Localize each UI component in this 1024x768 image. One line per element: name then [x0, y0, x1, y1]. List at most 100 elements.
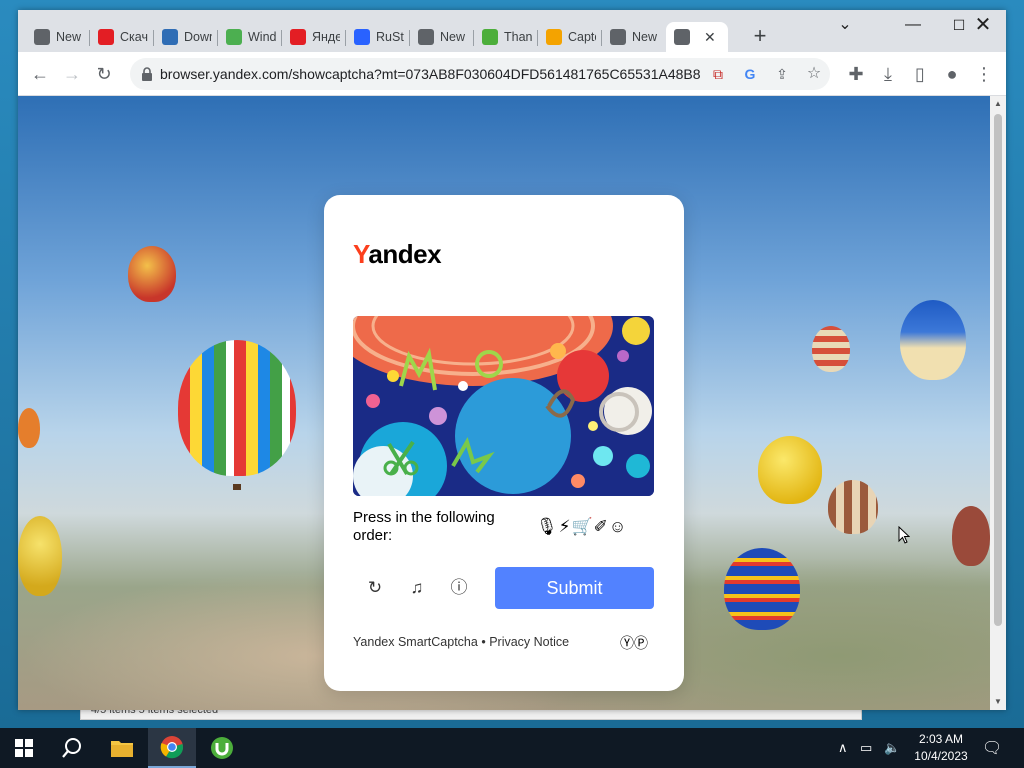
captcha-card: Yandex Press in the following order: 🎙⚡🛒… — [324, 195, 684, 691]
refresh-captcha-icon[interactable]: ↻ — [362, 575, 388, 601]
start-button[interactable] — [0, 728, 48, 768]
scroll-down-arrow-icon[interactable]: ▼ — [990, 694, 1006, 710]
browser-tab[interactable]: Яндекс — [282, 22, 344, 52]
chrome-icon — [418, 29, 434, 45]
new-tab-button[interactable]: + — [746, 23, 774, 51]
smartcaptcha-link[interactable]: Yandex SmartCaptcha — [353, 635, 478, 649]
bookmark-star-icon[interactable]: ☆ — [800, 60, 828, 88]
mouse-cursor-icon — [898, 526, 910, 544]
tab-title: Windows — [248, 30, 276, 44]
balloon-image — [178, 340, 296, 476]
notification-center-icon[interactable]: 🗨 — [982, 728, 1002, 768]
extensions-icon[interactable]: ✚ — [842, 60, 870, 88]
volume-muted-icon[interactable]: 🔈 — [884, 728, 900, 768]
privacy-notice-link[interactable]: Privacy Notice — [489, 635, 569, 649]
share-icon[interactable]: ⇪ — [768, 60, 796, 88]
chrome-taskbar-button[interactable] — [148, 728, 196, 768]
yandex-icon — [290, 29, 306, 45]
captcha-footer: Yandex SmartCaptcha • Privacy Notice — [353, 635, 569, 649]
tab-title: Thank — [504, 30, 532, 44]
blocked-popup-icon[interactable]: ⧉ — [704, 60, 732, 88]
downloads-icon[interactable]: ⤓ — [874, 60, 902, 88]
browser-tab[interactable]: New — [26, 22, 88, 52]
menu-kebab-icon[interactable]: ⋮ — [970, 60, 998, 88]
page-scrollbar[interactable]: ▲ ▼ — [990, 96, 1006, 710]
close-tab-icon[interactable]: ✕ — [704, 29, 716, 46]
browser-tab[interactable]: RuStore — [346, 22, 408, 52]
tab-title: Яндекс — [312, 30, 340, 44]
globe-icon — [674, 29, 690, 45]
minimize-button[interactable]: — — [890, 10, 936, 42]
windows-site-icon — [226, 29, 242, 45]
chrome-icon — [34, 29, 50, 45]
audio-captcha-headphones-icon[interactable]: ♫ — [404, 575, 430, 601]
tab-title: Скачать — [120, 30, 148, 44]
browser-tab[interactable]: Download — [154, 22, 216, 52]
info-icon[interactable]: ⓘ — [446, 575, 472, 601]
footer-separator: • — [481, 635, 486, 649]
windows-logo-icon — [15, 739, 33, 757]
balloon-image — [18, 408, 40, 448]
browser-toolbar: ← → ↻ browser.yandex.com/showcaptcha?mt=… — [18, 52, 1006, 96]
search-button[interactable] — [48, 728, 96, 768]
utorrent-icon — [482, 29, 498, 45]
taskbar-clock[interactable]: 2:03 AM 10/4/2023 — [906, 731, 976, 765]
balloon-image — [758, 436, 822, 504]
browser-tab[interactable]: New — [410, 22, 472, 52]
browser-tab[interactable]: Captcha — [538, 22, 600, 52]
chrome-icon — [160, 736, 184, 759]
windows-taskbar: ∧ ▭ 🔈 2:03 AM 10/4/2023 🗨 — [0, 728, 1024, 768]
clock-date: 10/4/2023 — [914, 749, 968, 763]
url-text[interactable]: browser.yandex.com/showcaptcha?mt=073AB8… — [160, 66, 700, 82]
search-icon — [62, 738, 81, 758]
balloon-image — [900, 300, 966, 380]
utorrent-icon — [211, 737, 233, 759]
yandex-logo: Yandex — [353, 239, 442, 269]
network-icon[interactable]: ▭ — [860, 728, 872, 768]
utorrent-taskbar-button[interactable] — [198, 728, 246, 768]
tab-search-chevron-icon[interactable]: ⌄ — [822, 10, 868, 42]
back-icon[interactable]: ← — [26, 60, 54, 88]
folder-icon — [111, 741, 133, 757]
balloon-image — [18, 516, 62, 596]
tab-title: Download — [184, 30, 212, 44]
file-explorer-taskbar-button[interactable] — [98, 728, 146, 768]
captcha-icon — [546, 29, 562, 45]
scroll-thumb[interactable] — [994, 114, 1002, 626]
submit-button[interactable]: Submit — [495, 567, 654, 609]
tab-title: New — [56, 30, 82, 44]
profile-avatar-icon[interactable]: ● — [938, 60, 966, 88]
tab-title: New — [440, 30, 466, 44]
balloon-image — [828, 480, 878, 534]
browser-tab[interactable]: ✕ — [666, 22, 728, 52]
lock-icon — [142, 67, 152, 81]
captcha-image[interactable] — [353, 316, 654, 496]
address-bar[interactable]: browser.yandex.com/showcaptcha?mt=073AB8… — [130, 58, 830, 90]
balloon-image — [128, 246, 176, 302]
captcha-instruction-text: Press in the following order: — [353, 509, 495, 544]
smartcaptcha-logo-icon: ⓎⓅ — [620, 635, 648, 651]
tab-title: New — [632, 30, 658, 44]
browser-tab[interactable]: New — [602, 22, 664, 52]
captcha-artwork-image[interactable] — [353, 316, 654, 496]
yandex-disk-icon — [98, 29, 114, 45]
google-translate-icon[interactable]: G — [736, 60, 764, 88]
scroll-up-arrow-icon[interactable]: ▲ — [990, 96, 1006, 112]
tray-overflow-chevron-icon[interactable]: ∧ — [838, 728, 848, 768]
chrome-icon — [610, 29, 626, 45]
forward-icon[interactable]: → — [58, 60, 86, 88]
browser-tab[interactable]: Скачать — [90, 22, 152, 52]
tab-title: Captcha — [568, 30, 596, 44]
download-site-icon — [162, 29, 178, 45]
close-window-button[interactable]: ✕ — [960, 10, 1006, 42]
captcha-order-symbols: 🎙⚡🛒✐☺ — [536, 517, 628, 536]
clock-time: 2:03 AM — [918, 732, 964, 746]
balloon-image — [812, 326, 850, 372]
browser-tab[interactable]: Thank — [474, 22, 536, 52]
side-panel-icon[interactable]: ▯ — [906, 60, 934, 88]
browser-tab[interactable]: Windows — [218, 22, 280, 52]
tab-title: RuStore — [376, 30, 404, 44]
browser-window: New Скачать Download Windows Яндекс RuStore Ne… — [18, 10, 1006, 710]
rustore-icon — [354, 29, 370, 45]
reload-icon[interactable]: ↻ — [90, 60, 118, 88]
